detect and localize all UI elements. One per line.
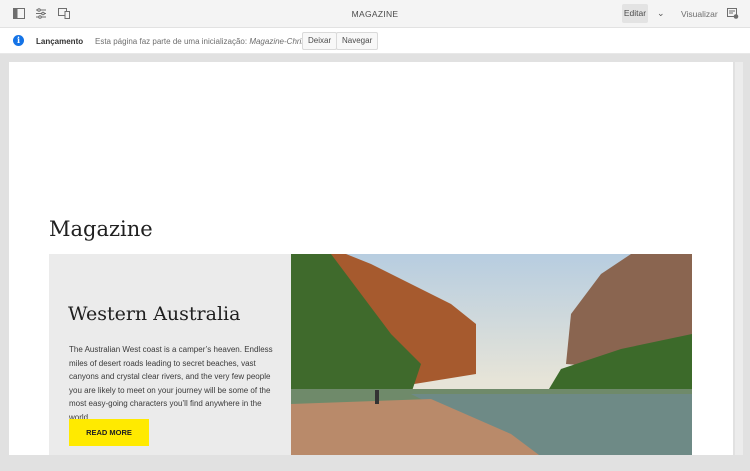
page-heading: Magazine [49,217,153,241]
teaser-description: The Australian West coast is a camper’s … [69,345,273,422]
launch-message: Esta página faz parte de uma inicializaç… [95,37,323,46]
teaser-card: Western Australia The Australian West co… [49,254,692,455]
canyon-image [291,254,692,455]
info-icon: i [13,35,24,46]
leave-button[interactable]: Deixar [302,32,338,50]
edit-mode-button[interactable]: Editar [622,4,648,23]
page-canvas: Magazine Western Australia The Australia… [9,62,733,455]
teaser-title: Western Australia [68,303,241,325]
scrollbar[interactable] [735,62,743,455]
chevron-down-icon[interactable]: ⌄ [657,8,665,19]
page-info-icon[interactable] [727,8,739,19]
launch-label: Lançamento [36,37,84,46]
preview-button[interactable]: Visualizar [681,9,718,19]
teaser-text-panel: Western Australia The Australian West co… [49,254,291,455]
navigate-button[interactable]: Navegar [336,32,379,50]
read-more-button[interactable]: READ MORE [69,419,149,446]
launch-bar: i Lançamento Esta página faz parte de um… [0,28,750,54]
top-toolbar: MAGAZINE Editar ⌄ Visualizar [0,0,750,28]
launch-message-text: Esta página faz parte de uma inicializaç… [95,37,250,46]
